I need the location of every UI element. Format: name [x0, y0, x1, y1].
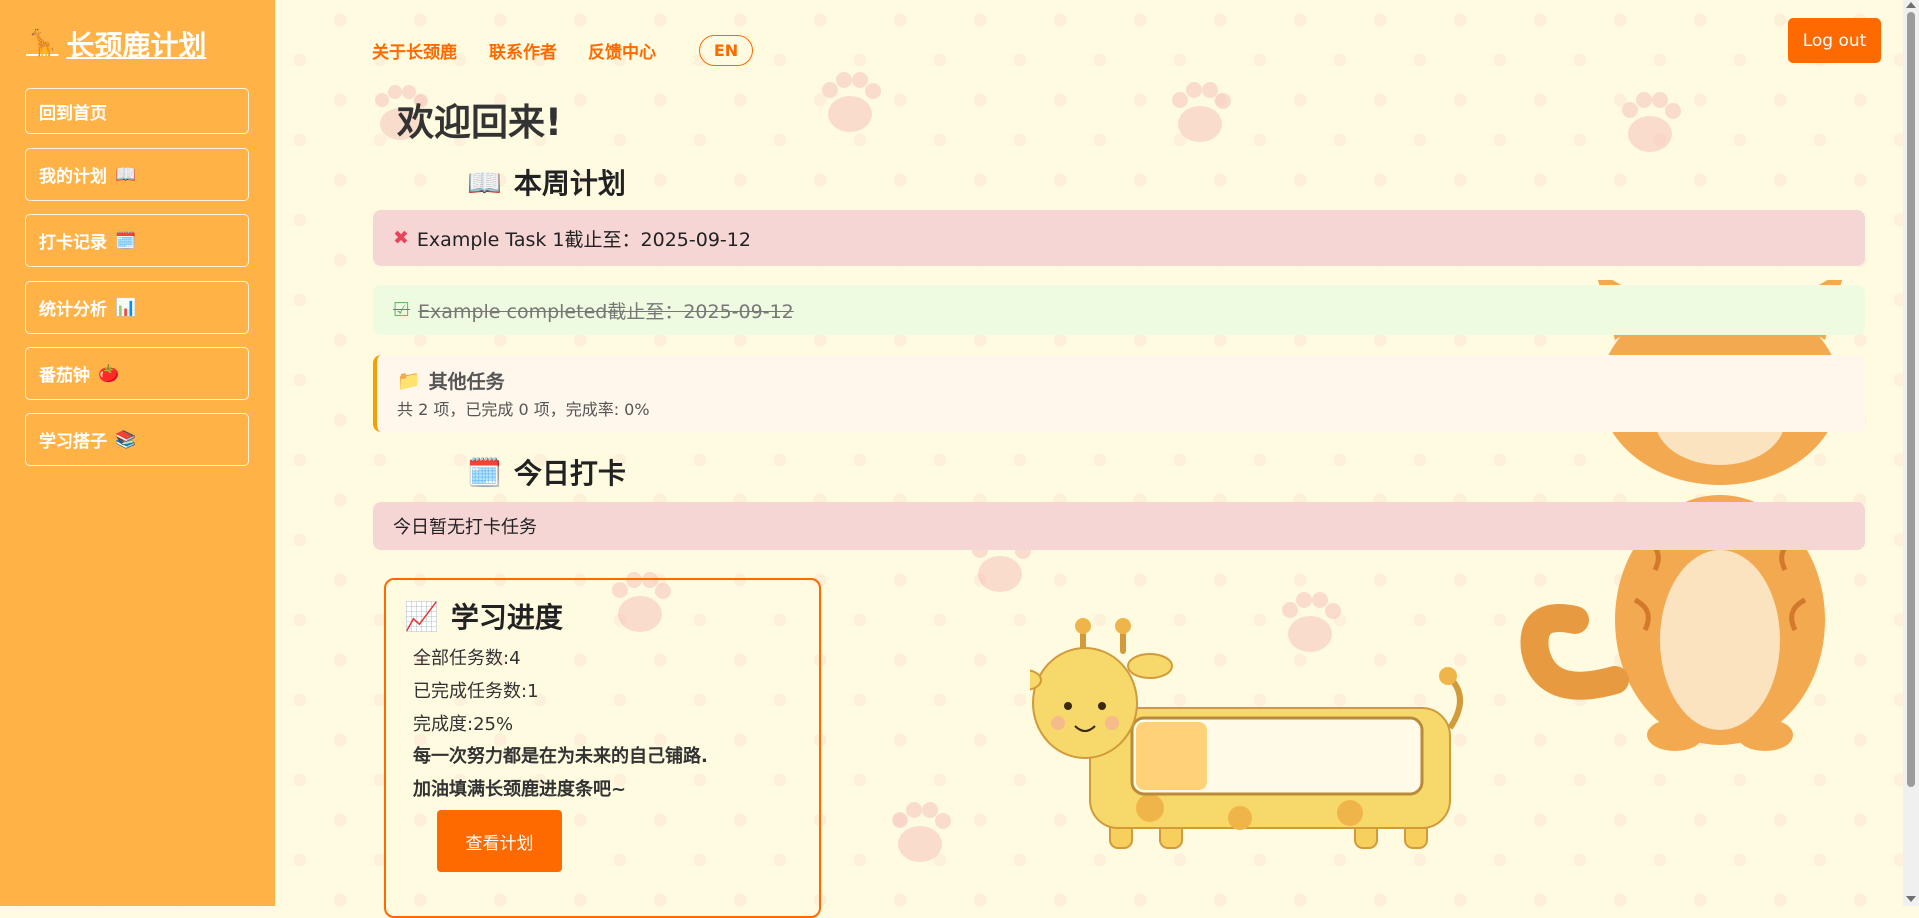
- sidebar-item-my-plans[interactable]: 我的计划 📖: [25, 148, 249, 201]
- sidebar-item-statistics[interactable]: 统计分析 📊: [25, 281, 249, 334]
- checkin-empty-row: 今日暂无打卡任务: [373, 502, 1865, 550]
- sidebar-item-label: 统计分析: [39, 300, 107, 320]
- view-plans-button[interactable]: 查看计划: [437, 810, 562, 872]
- logout-button[interactable]: Log out: [1788, 18, 1881, 63]
- task-row-completed[interactable]: ☑ Example completed截止至：2025-09-12: [373, 285, 1865, 335]
- tomato-icon: 🍅: [98, 363, 120, 384]
- brand-link[interactable]: 🦒 长颈鹿计划: [26, 24, 206, 64]
- line-chart-icon: 📈: [404, 599, 439, 633]
- sidebar-item-label: 番茄钟: [39, 366, 90, 386]
- motto-line-1: 每一次努力都是在为未来的自己铺路.: [413, 746, 708, 767]
- contact-link[interactable]: 联系作者: [489, 38, 557, 63]
- books-icon: 📚: [115, 429, 137, 450]
- scroll-up-arrow-icon[interactable]: [1906, 2, 1916, 8]
- scrollbar-thumb[interactable]: [1907, 12, 1915, 787]
- sidebar-item-label: 回到首页: [39, 103, 107, 124]
- folder-icon: 📁: [397, 370, 421, 392]
- calendar-icon: 🗓️: [115, 230, 137, 251]
- progress-title-text: 学习进度: [450, 601, 563, 634]
- calendar-icon: 🗓️: [467, 455, 502, 489]
- giraffe-progress-fill: [1136, 722, 1207, 790]
- sidebar-item-label: 打卡记录: [39, 233, 107, 253]
- brand-name: 长颈鹿计划: [66, 29, 207, 62]
- book-icon: 📖: [467, 165, 502, 199]
- feedback-link[interactable]: 反馈中心: [588, 38, 656, 63]
- progress-card: 📈 学习进度 全部任务数:4 已完成任务数:1 完成度:25% 每一次努力都是在…: [384, 578, 821, 918]
- scroll-down-arrow-icon[interactable]: [1906, 896, 1916, 902]
- completion-rate-text: 完成度:25%: [413, 714, 514, 735]
- checkin-empty-text: 今日暂无打卡任务: [393, 517, 537, 538]
- weekly-plan-heading: 📖 本周计划: [467, 162, 626, 202]
- sidebar-item-pomodoro[interactable]: 番茄钟 🍅: [25, 347, 249, 400]
- total-tasks-text: 全部任务数:4: [413, 648, 521, 669]
- sidebar-item-label: 我的计划: [39, 167, 107, 187]
- sidebar-item-study-buddy[interactable]: 学习搭子 📚: [25, 413, 249, 466]
- task-text: Example Task 1截止至：2025-09-12: [416, 228, 751, 251]
- welcome-heading: 欢迎回来!: [397, 101, 562, 144]
- other-tasks-summary: 共 2 项，已完成 0 项，完成率: 0%: [397, 400, 650, 419]
- giraffe-icon: 🦒: [26, 29, 59, 59]
- giraffe-progress-illustration: [1030, 618, 1463, 849]
- cross-icon: ✖: [393, 227, 409, 249]
- task-text: Example completed截止至：2025-09-12: [418, 300, 794, 323]
- about-link[interactable]: 关于长颈鹿: [372, 38, 457, 63]
- paw-prints-decoration: [375, 72, 1681, 862]
- completed-tasks-text: 已完成任务数:1: [413, 681, 539, 702]
- motto-line-2: 加油填满长颈鹿进度条吧~: [413, 779, 627, 800]
- progress-title: 📈 学习进度: [404, 596, 563, 636]
- other-tasks-title-text: 其他任务: [428, 371, 505, 393]
- checkin-heading: 🗓️ 今日打卡: [467, 452, 626, 492]
- bar-chart-icon: 📊: [115, 297, 137, 318]
- other-tasks-panel[interactable]: 📁 其他任务 共 2 项，已完成 0 项，完成率: 0%: [373, 355, 1865, 432]
- sidebar: 🦒 长颈鹿计划 回到首页 我的计划 📖 打卡记录 🗓️ 统计分析 📊 番茄钟 🍅…: [0, 0, 275, 906]
- sidebar-item-checkin-records[interactable]: 打卡记录 🗓️: [25, 214, 249, 267]
- section-title-text: 本周计划: [513, 167, 626, 200]
- sidebar-item-label: 学习搭子: [39, 432, 107, 452]
- language-toggle-button[interactable]: EN: [699, 35, 753, 66]
- check-icon: ☑: [393, 299, 411, 321]
- sidebar-item-home[interactable]: 回到首页: [25, 88, 249, 134]
- section-title-text: 今日打卡: [513, 457, 626, 490]
- other-tasks-title: 📁 其他任务: [397, 367, 505, 394]
- task-row-pending[interactable]: ✖ Example Task 1截止至：2025-09-12: [373, 210, 1865, 266]
- book-icon: 📖: [115, 164, 137, 185]
